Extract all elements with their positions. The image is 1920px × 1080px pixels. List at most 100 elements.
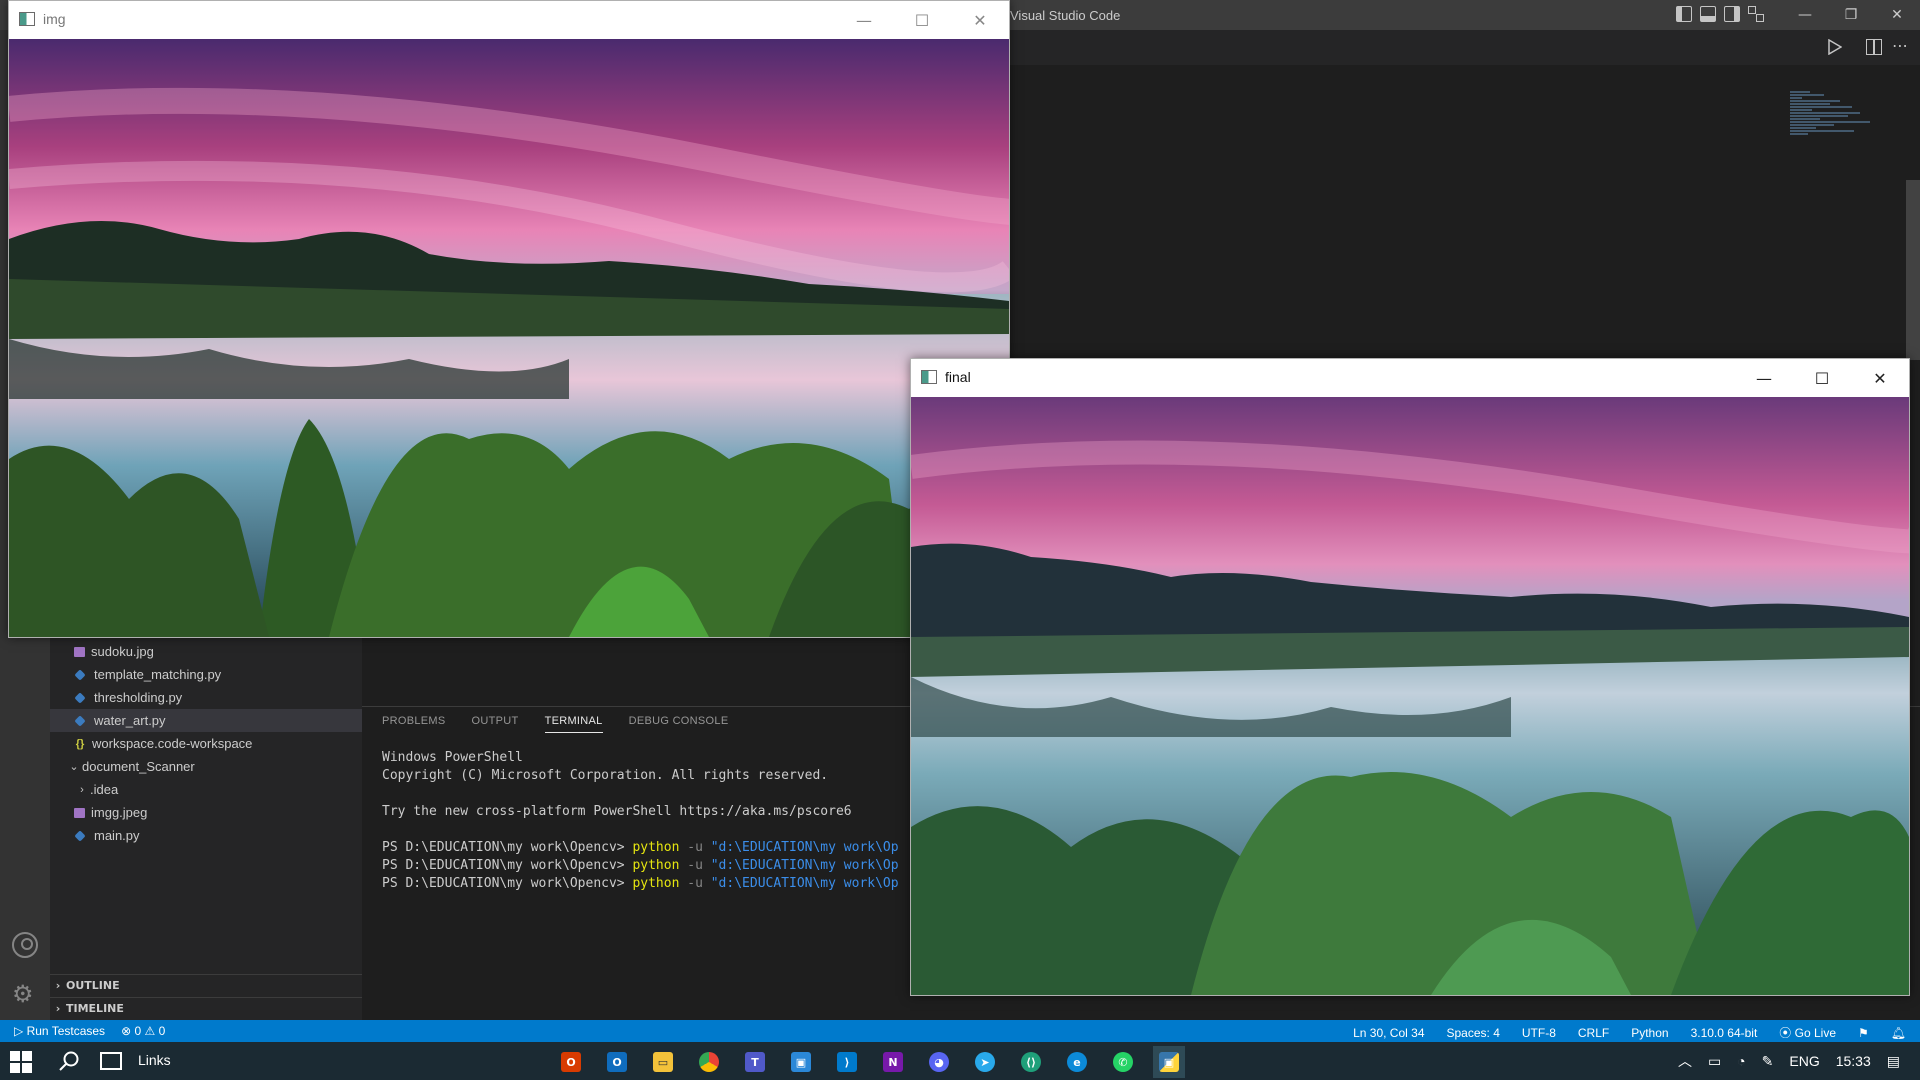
battery-icon[interactable]: ▭: [1708, 1053, 1721, 1070]
discord-icon[interactable]: ◕: [923, 1046, 955, 1078]
terminal-prompt: PS D:\EDUCATION\my work\Opencv>: [382, 840, 633, 855]
more-actions-icon[interactable]: ⋯: [1892, 36, 1908, 55]
network-icon[interactable]: ◔: [1737, 1053, 1745, 1069]
maximize-button[interactable]: ☐: [1793, 359, 1851, 397]
indentation[interactable]: Spaces: 4: [1447, 1026, 1500, 1040]
dev-icon[interactable]: ⟨⟩: [1015, 1046, 1047, 1078]
problems-indicator[interactable]: ⊗ 0 ⚠ 0: [121, 1024, 165, 1038]
teams-icon[interactable]: T: [739, 1046, 771, 1078]
links-toolbar[interactable]: Links: [138, 1052, 171, 1068]
go-live-button[interactable]: ⦿ Go Live: [1779, 1024, 1836, 1041]
vscode-window-controls: — ❐ ✕: [1782, 0, 1920, 30]
maximize-button[interactable]: ☐: [893, 1, 951, 39]
chevron-up-icon[interactable]: ︿: [1678, 1051, 1692, 1071]
office-icon[interactable]: O: [555, 1046, 587, 1078]
onenote-icon[interactable]: N: [877, 1046, 909, 1078]
split-editor-icon[interactable]: [1866, 39, 1882, 55]
store-icon[interactable]: ▣: [785, 1046, 817, 1078]
tree-item-label: thresholding.py: [94, 690, 183, 705]
toggle-panel-icon[interactable]: [1700, 6, 1716, 22]
language-mode[interactable]: Python: [1631, 1026, 1668, 1040]
close-button[interactable]: ✕: [1851, 359, 1909, 397]
clock[interactable]: 15:33: [1836, 1053, 1871, 1069]
outline-section-header[interactable]: › OUTLINE: [50, 974, 362, 996]
window-titlebar[interactable]: img — ☐ ✕: [9, 1, 1009, 39]
json-file-icon: {}: [75, 737, 85, 750]
window-title: final: [945, 369, 971, 385]
run-testcases-button[interactable]: ▷ Run Testcases: [14, 1024, 105, 1038]
cursor-position[interactable]: Ln 30, Col 34: [1353, 1026, 1424, 1040]
python-file-icon: [74, 691, 86, 704]
tree-item-document-scanner[interactable]: ⌄ document_Scanner: [50, 755, 362, 778]
vscode-restore-button[interactable]: ❐: [1828, 0, 1874, 30]
notification-center-icon[interactable]: ▤: [1887, 1053, 1900, 1070]
toggle-secondary-sidebar-icon[interactable]: [1724, 6, 1740, 22]
tab-problems[interactable]: PROBLEMS: [382, 715, 446, 733]
accounts-icon[interactable]: [12, 932, 38, 958]
tree-item-workspace[interactable]: {} workspace.code-workspace: [50, 732, 362, 755]
tree-item-label: sudoku.jpg: [91, 644, 154, 659]
chevron-down-icon: ⌄: [69, 761, 79, 773]
editor-scrollbar-thumb[interactable]: [1906, 180, 1920, 360]
outlook-icon[interactable]: O: [601, 1046, 633, 1078]
timeline-label: TIMELINE: [66, 1002, 124, 1015]
feedback-icon[interactable]: ⚑: [1858, 1026, 1869, 1040]
status-bar: ▷ Run Testcases ⊗ 0 ⚠ 0 Ln 30, Col 34 Sp…: [0, 1020, 1920, 1042]
edge-icon[interactable]: e: [1061, 1046, 1093, 1078]
end-of-line[interactable]: CRLF: [1578, 1026, 1609, 1040]
vscode-close-button[interactable]: ✕: [1874, 0, 1920, 30]
tree-item-water-art[interactable]: water_art.py: [50, 709, 362, 732]
task-view-icon[interactable]: [100, 1052, 122, 1070]
vscode-icon[interactable]: ⟩: [831, 1046, 863, 1078]
warning-count: 0: [158, 1024, 166, 1038]
encoding[interactable]: UTF-8: [1522, 1026, 1556, 1040]
chevron-right-icon: ›: [55, 1002, 61, 1015]
terminal-output[interactable]: Windows PowerShell Copyright (C) Microso…: [382, 749, 899, 893]
timeline-section-header[interactable]: › TIMELINE: [50, 997, 362, 1019]
minimize-button[interactable]: —: [1735, 359, 1793, 397]
toggle-primary-sidebar-icon[interactable]: [1676, 6, 1692, 22]
tree-item-thresholding[interactable]: thresholding.py: [50, 686, 362, 709]
opencv-window-final[interactable]: final — ☐ ✕: [910, 358, 1910, 996]
tree-item-sudoku[interactable]: sudoku.jpg: [50, 640, 362, 663]
terminal-prompt: PS D:\EDUCATION\my work\Opencv>: [382, 876, 633, 891]
image-file-icon: [74, 646, 85, 657]
terminal-command: python: [632, 876, 680, 891]
tree-item-main[interactable]: main.py: [50, 824, 362, 847]
window-titlebar[interactable]: final — ☐ ✕: [911, 359, 1909, 397]
customize-layout-icon[interactable]: [1748, 6, 1764, 22]
chrome-icon[interactable]: [693, 1046, 725, 1078]
python-icon[interactable]: ▣: [1153, 1046, 1185, 1078]
file-explorer-icon[interactable]: ▭: [647, 1046, 679, 1078]
tree-item-template-matching[interactable]: template_matching.py: [50, 663, 362, 686]
python-interpreter[interactable]: 3.10.0 64-bit: [1691, 1026, 1758, 1040]
tab-terminal[interactable]: TERMINAL: [544, 715, 603, 733]
language-indicator[interactable]: ENG: [1789, 1053, 1819, 1069]
telegram-icon[interactable]: ➤: [969, 1046, 1001, 1078]
notifications-icon[interactable]: 🔔︎: [1891, 1026, 1906, 1040]
gear-icon[interactable]: ⚙: [12, 980, 34, 1008]
search-icon[interactable]: [58, 1050, 80, 1072]
taskbar-apps: O O ▭ T ▣ ⟩ N ◕ ➤ ⟨⟩ e ✆ ▣: [555, 1046, 1185, 1078]
windows-start-icon[interactable]: [10, 1051, 32, 1073]
terminal-prompt: PS D:\EDUCATION\my work\Opencv>: [382, 858, 633, 873]
minimap[interactable]: [1790, 90, 1900, 170]
python-file-icon: [74, 668, 86, 681]
tree-item-idea[interactable]: › .idea: [50, 778, 362, 801]
tree-item-imgg[interactable]: imgg.jpeg: [50, 801, 362, 824]
tab-output[interactable]: OUTPUT: [472, 715, 519, 733]
tree-item-label: workspace.code-workspace: [92, 736, 253, 751]
tab-debug-console[interactable]: DEBUG CONSOLE: [629, 715, 729, 733]
opencv-window-img[interactable]: img — ☐ ✕: [8, 0, 1010, 638]
python-file-icon: [74, 829, 86, 842]
minimize-button[interactable]: —: [835, 1, 893, 39]
editor-toolbar: ⋯: [1000, 30, 1920, 90]
vscode-minimize-button[interactable]: —: [1782, 0, 1828, 30]
whatsapp-icon[interactable]: ✆: [1107, 1046, 1139, 1078]
pen-icon[interactable]: ✎: [1762, 1053, 1774, 1070]
run-python-file-icon[interactable]: [1828, 39, 1842, 55]
windows-taskbar: Links O O ▭ T ▣ ⟩ N ◕ ➤ ⟨⟩ e ✆ ▣ ︿ ▭ ◔ ✎…: [0, 1042, 1920, 1080]
terminal-line: Try the new cross-platform PowerShell ht…: [382, 804, 852, 819]
terminal-command: python: [632, 840, 680, 855]
close-button[interactable]: ✕: [951, 1, 1009, 39]
